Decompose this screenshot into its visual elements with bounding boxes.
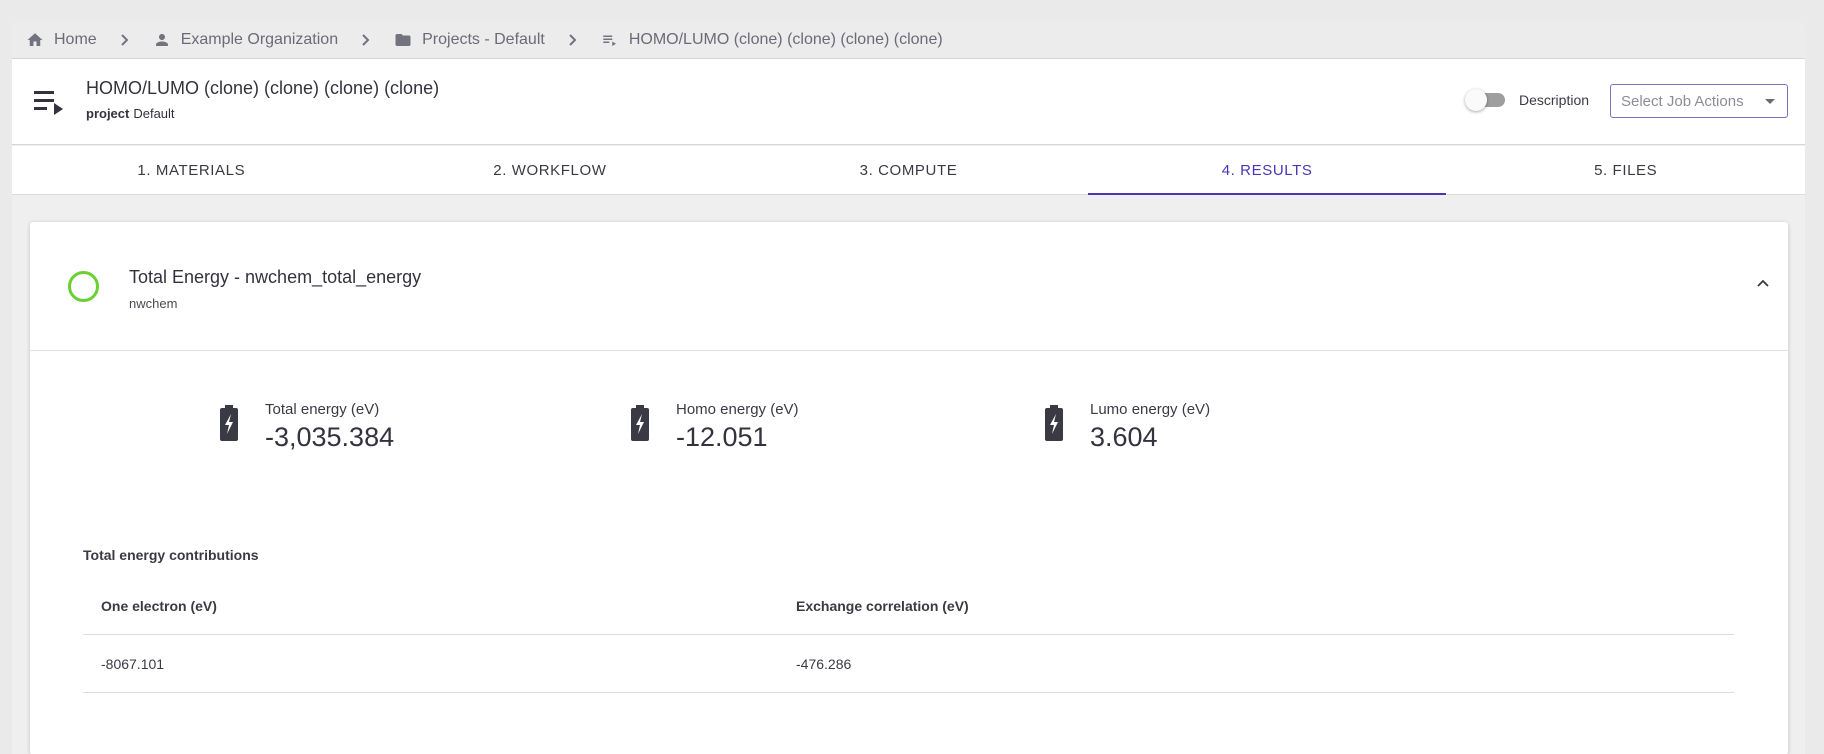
status-finished-icon: [68, 271, 99, 302]
table-cell: -476.286: [796, 655, 852, 672]
unit-application: nwchem: [129, 296, 178, 311]
tab-results[interactable]: 4. RESULTS: [1087, 146, 1447, 195]
job-actions-select[interactable]: Select Job Actions: [1610, 84, 1788, 118]
metric-value: -3,035.384: [265, 422, 395, 452]
folder-icon: [395, 33, 411, 46]
breadcrumb-job[interactable]: HOMO/LUMO (clone) (clone) (clone) (clone…: [601, 31, 943, 49]
column-header: Exchange correlation (eV): [796, 597, 969, 614]
playlist-play-icon: [603, 35, 616, 46]
chevron-up-icon[interactable]: [1756, 277, 1770, 291]
tab-materials[interactable]: 1. MATERIALS: [12, 146, 371, 194]
contributions-title: Total energy contributions: [83, 547, 259, 563]
job-actions-placeholder: Select Job Actions: [1621, 92, 1744, 110]
description-label: Description: [1519, 92, 1590, 108]
breadcrumb-label: Home: [54, 30, 97, 48]
results-card: Total Energy - nwchem_total_energy nwche…: [30, 222, 1788, 754]
metric-value: 3.604: [1090, 422, 1158, 452]
metric-label: Total energy (eV): [265, 401, 380, 418]
project-label: project: [86, 106, 130, 121]
home-icon: [27, 32, 43, 46]
breadcrumb-label: Example Organization: [180, 30, 339, 48]
project-link[interactable]: Default: [133, 106, 174, 121]
battery-charging-icon: [220, 405, 238, 441]
tab-files[interactable]: 5. FILES: [1446, 146, 1805, 194]
chevron-right-icon: [117, 33, 131, 47]
metric-label: Homo energy (eV): [676, 401, 799, 418]
table-header-row: One electron (eV) Exchange correlation (…: [83, 577, 1734, 635]
chevron-right-icon: [565, 33, 579, 47]
job-header: HOMO/LUMO (clone) (clone) (clone) (clone…: [12, 59, 1805, 145]
unit-title: Total Energy - nwchem_total_energy: [129, 267, 422, 287]
battery-charging-icon: [1045, 405, 1063, 441]
breadcrumb-home[interactable]: Home: [26, 31, 97, 49]
breadcrumb: Home Example Organization Projects - Def…: [12, 21, 1805, 59]
app-frame: Home Example Organization Projects - Def…: [12, 21, 1805, 754]
contributions-table: One electron (eV) Exchange correlation (…: [83, 577, 1734, 693]
metric-label: Lumo energy (eV): [1090, 401, 1211, 418]
table-cell: -8067.101: [101, 655, 165, 672]
breadcrumb-label: Projects - Default: [422, 30, 545, 48]
battery-charging-icon: [631, 405, 649, 441]
unit-header[interactable]: Total Energy - nwchem_total_energy nwche…: [30, 222, 1788, 351]
breadcrumb-organization[interactable]: Example Organization: [153, 31, 338, 49]
breadcrumb-projects[interactable]: Projects - Default: [394, 31, 545, 49]
person-icon: [155, 33, 168, 46]
table-row: -8067.101 -476.286: [83, 635, 1734, 693]
tab-bar: 1. MATERIALS 2. WORKFLOW 3. COMPUTE 4. R…: [12, 146, 1805, 195]
tab-compute[interactable]: 3. COMPUTE: [729, 146, 1088, 194]
breadcrumb-label: HOMO/LUMO (clone) (clone) (clone) (clone…: [628, 30, 943, 48]
description-toggle[interactable]: [1465, 89, 1507, 111]
playlist-play-icon: [34, 91, 63, 115]
project-line: project Default: [86, 106, 175, 121]
caret-down-icon: [1765, 99, 1775, 104]
tab-workflow[interactable]: 2. WORKFLOW: [371, 146, 730, 194]
column-header: One electron (eV): [101, 597, 217, 614]
toggle-knob: [1465, 89, 1487, 111]
page-title: HOMO/LUMO (clone) (clone) (clone) (clone…: [86, 78, 440, 98]
chevron-right-icon: [358, 33, 372, 47]
metric-value: -12.051: [676, 422, 768, 452]
